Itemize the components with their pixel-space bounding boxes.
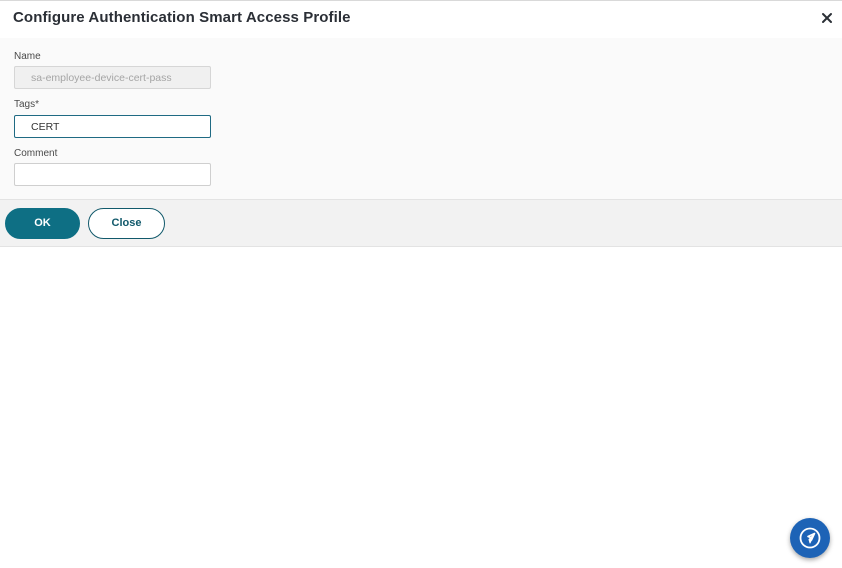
dialog-header: Configure Authentication Smart Access Pr…	[0, 0, 842, 38]
name-input[interactable]	[14, 66, 211, 89]
comment-input[interactable]	[14, 163, 211, 186]
navigation-fab-button[interactable]	[790, 518, 830, 558]
navigation-icon	[799, 527, 821, 549]
tags-input[interactable]	[14, 115, 211, 138]
name-label: Name	[14, 51, 41, 62]
close-button[interactable]: Close	[88, 208, 165, 239]
comment-label: Comment	[14, 148, 58, 159]
tags-label: Tags*	[14, 99, 40, 110]
page: Configure Authentication Smart Access Pr…	[0, 0, 842, 568]
close-icon[interactable]	[820, 11, 834, 25]
ok-button[interactable]: OK	[5, 208, 80, 239]
form-panel: Name Tags* Comment	[0, 38, 842, 199]
dialog-footer: OK Close	[0, 199, 842, 247]
dialog-title: Configure Authentication Smart Access Pr…	[13, 9, 351, 26]
